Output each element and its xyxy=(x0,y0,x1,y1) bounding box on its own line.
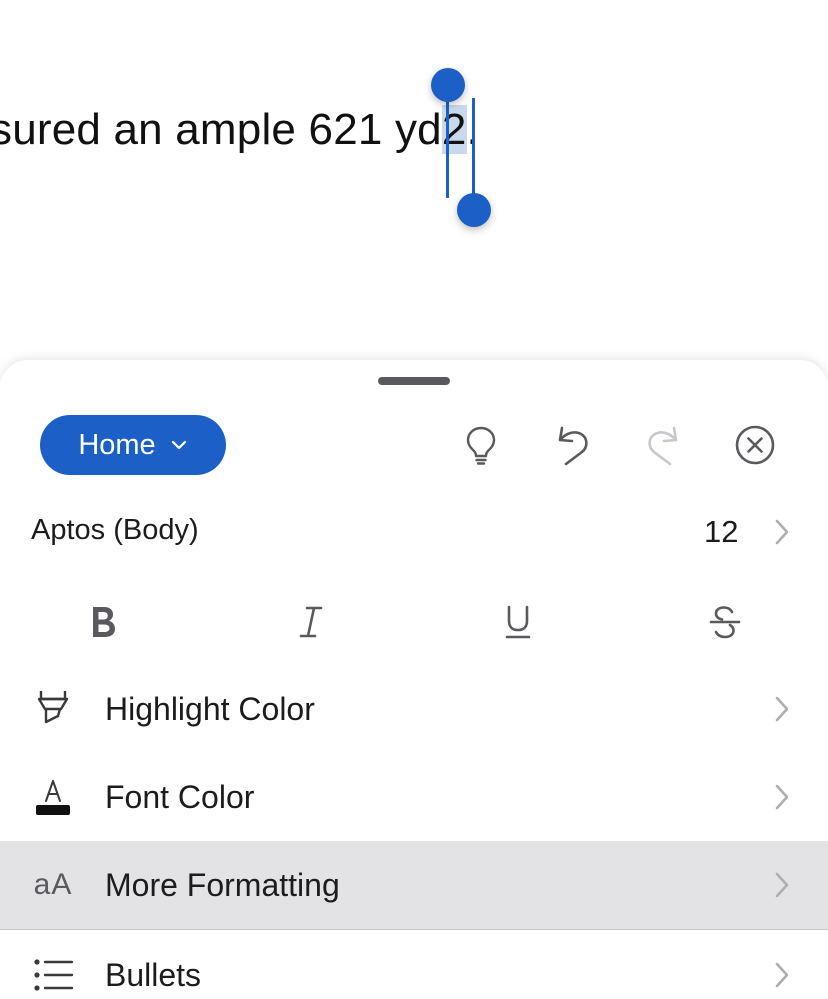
font-color-label: Font Color xyxy=(105,779,255,815)
bullets-item[interactable]: Bullets xyxy=(0,931,828,999)
highlight-color-item[interactable]: Highlight Color xyxy=(0,665,828,753)
font-name[interactable]: Aptos (Body) xyxy=(31,514,199,547)
selection-start-handle[interactable] xyxy=(431,68,465,102)
selection-end-caret xyxy=(472,98,475,198)
bold-button[interactable] xyxy=(71,590,135,654)
highlight-color-label: Highlight Color xyxy=(105,691,315,727)
underline-icon xyxy=(505,605,531,639)
text-style-row xyxy=(0,590,828,654)
document-text-line[interactable]: sured an ample 621 yd2. xyxy=(0,100,479,160)
more-formatting-item[interactable]: aA More Formatting xyxy=(0,841,828,929)
sheet-grabber[interactable] xyxy=(378,377,450,385)
font-color-item[interactable]: Font Color xyxy=(0,753,828,841)
bullets-label: Bullets xyxy=(105,957,202,993)
redo-icon[interactable] xyxy=(639,421,687,469)
bullet-list-icon xyxy=(28,951,78,999)
home-tab-label: Home xyxy=(78,428,156,461)
formatting-sheet: Home Aptos (Body) 12 Highlight Color Fon… xyxy=(0,360,828,999)
italic-button[interactable] xyxy=(279,590,343,654)
close-icon[interactable] xyxy=(731,421,779,469)
sheet-toolbar: Home xyxy=(0,415,828,475)
chevron-right-icon xyxy=(775,519,789,545)
italic-icon xyxy=(299,606,323,638)
selection-end-handle[interactable] xyxy=(457,193,491,227)
font-color-icon xyxy=(28,773,78,821)
undo-icon[interactable] xyxy=(549,421,597,469)
chevron-right-icon xyxy=(775,784,789,810)
text-before-selection: sured an ample 621 yd xyxy=(0,105,442,154)
text-size-icon: aA xyxy=(33,868,73,901)
font-size[interactable]: 12 xyxy=(704,514,738,550)
document-canvas[interactable]: sured an ample 621 yd2. xyxy=(0,0,828,370)
chevron-right-icon xyxy=(775,872,789,898)
selection-start-caret xyxy=(446,98,449,198)
home-tab-dropdown[interactable]: Home xyxy=(40,415,226,475)
chevron-down-icon xyxy=(171,440,186,450)
strikethrough-button[interactable] xyxy=(693,590,757,654)
font-row[interactable]: Aptos (Body) 12 xyxy=(0,500,828,564)
more-formatting-label: More Formatting xyxy=(105,867,340,903)
highlighter-icon xyxy=(28,685,78,733)
lightbulb-icon[interactable] xyxy=(457,421,505,469)
bold-icon xyxy=(93,607,115,637)
chevron-right-icon xyxy=(775,696,789,722)
menu-divider xyxy=(0,929,828,930)
chevron-right-icon xyxy=(775,962,789,988)
underline-button[interactable] xyxy=(486,590,550,654)
strikethrough-icon xyxy=(709,606,741,639)
